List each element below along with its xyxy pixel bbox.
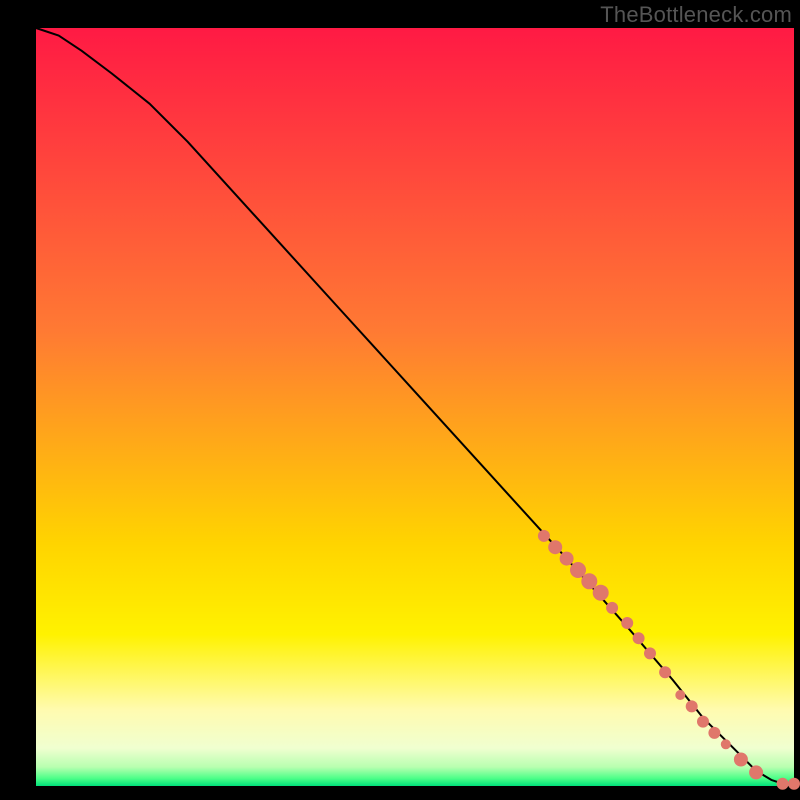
scatter-dot	[708, 727, 720, 739]
scatter-dot	[644, 647, 656, 659]
bottleneck-curve	[36, 28, 794, 784]
scatter-dot	[749, 765, 763, 779]
scatter-dot	[686, 700, 698, 712]
scatter-dot	[633, 632, 645, 644]
scatter-dot	[581, 573, 597, 589]
scatter-dots	[538, 530, 800, 790]
plot-area	[36, 28, 794, 786]
scatter-dot	[675, 690, 685, 700]
curve-layer	[36, 28, 794, 786]
scatter-dot	[659, 666, 671, 678]
scatter-dot	[593, 585, 609, 601]
scatter-dot	[548, 540, 562, 554]
scatter-dot	[570, 562, 586, 578]
attribution-text: TheBottleneck.com	[600, 2, 792, 28]
chart-stage: TheBottleneck.com	[0, 0, 800, 800]
scatter-dot	[697, 716, 709, 728]
scatter-dot	[538, 530, 550, 542]
scatter-dot	[621, 617, 633, 629]
scatter-dot	[734, 753, 748, 767]
scatter-dot	[606, 602, 618, 614]
scatter-dot	[788, 778, 800, 790]
scatter-dot	[721, 739, 731, 749]
scatter-dot	[777, 778, 789, 790]
scatter-dot	[560, 552, 574, 566]
